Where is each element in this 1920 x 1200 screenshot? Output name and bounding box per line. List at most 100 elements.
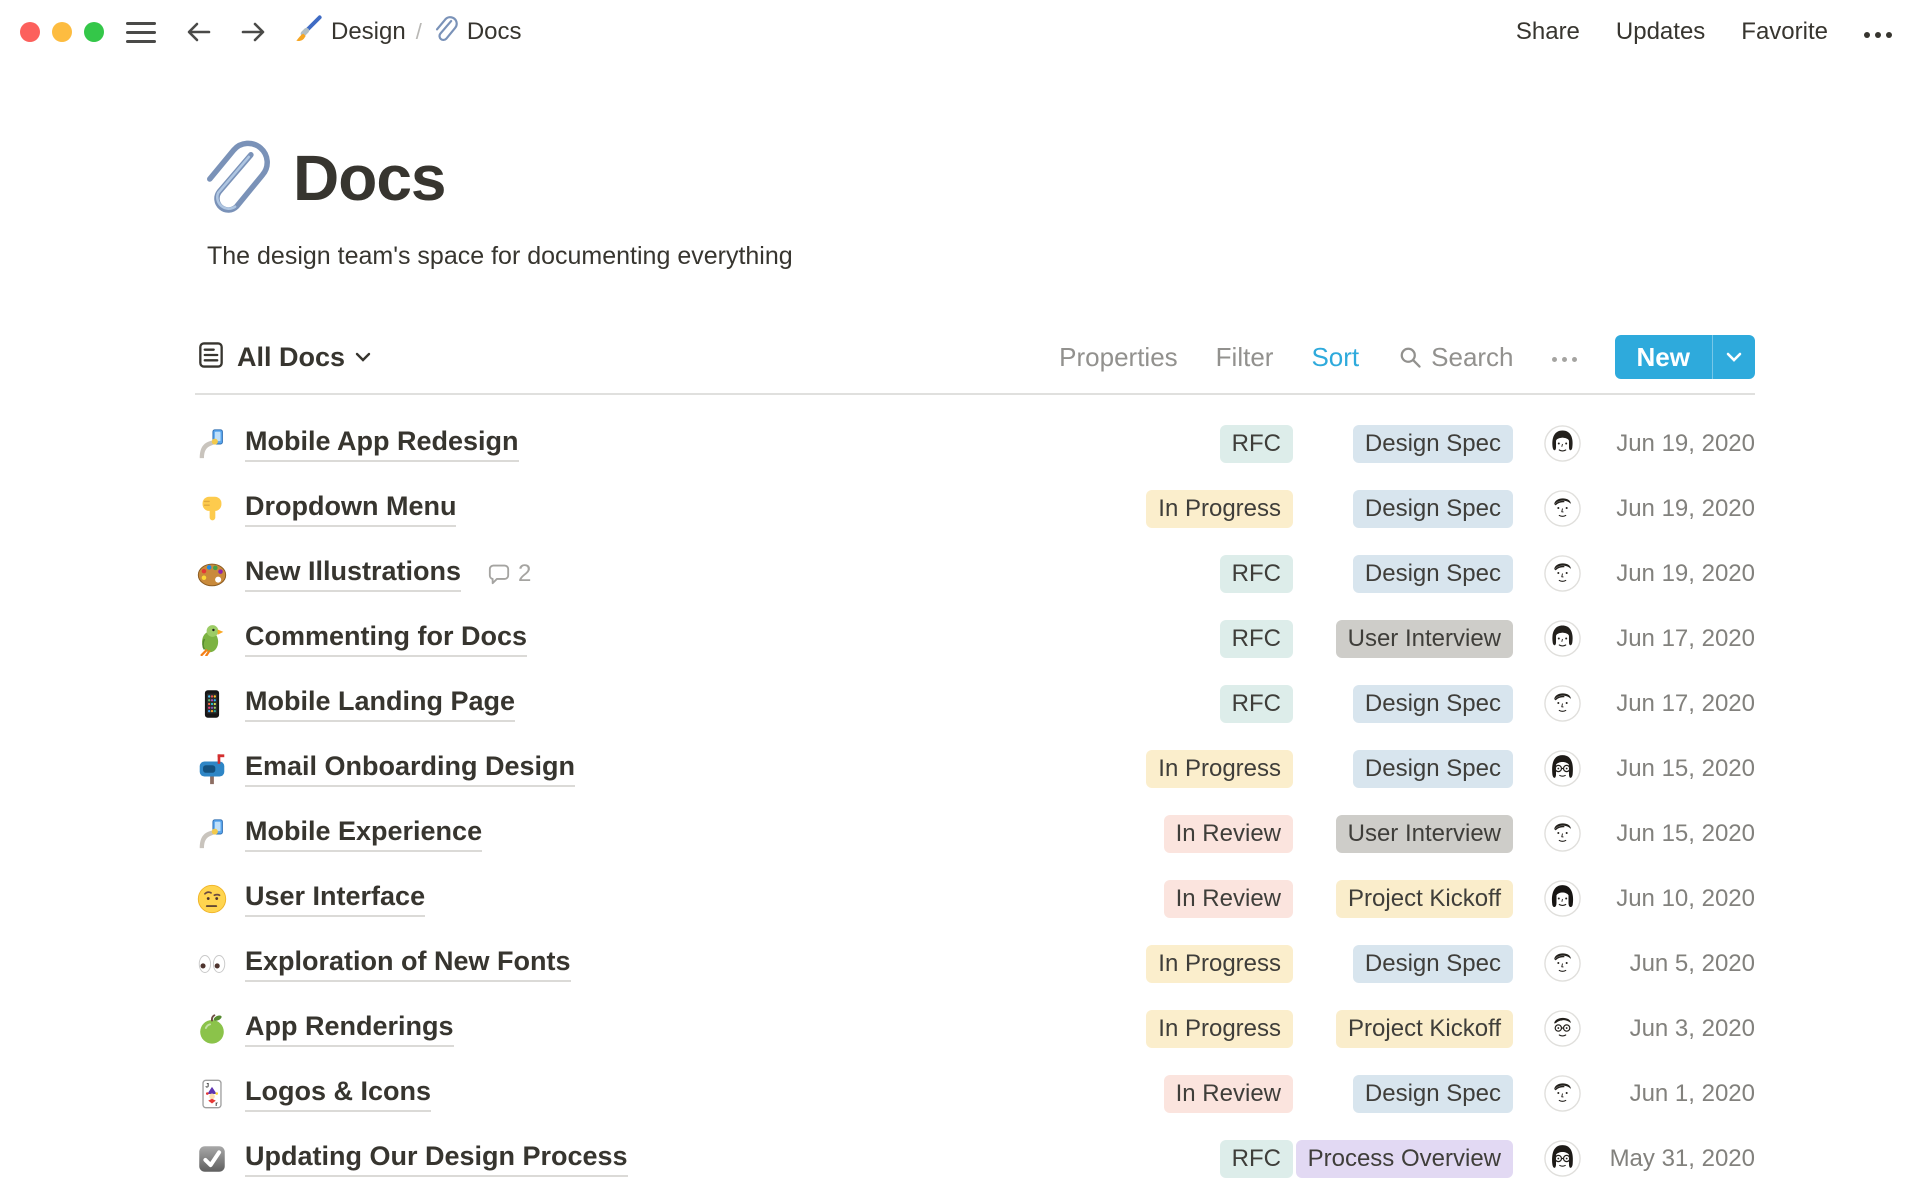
edited-date: Jun 17, 2020 xyxy=(1616,689,1755,717)
share-button[interactable]: Share xyxy=(1516,18,1580,46)
table-row: Mobile Landing Page RFC Design Spec Jun … xyxy=(195,671,1755,736)
doc-title-link[interactable]: Mobile Landing Page xyxy=(245,686,516,722)
avatar[interactable] xyxy=(1543,815,1581,852)
avatar[interactable] xyxy=(1543,490,1581,527)
zoom-window-button[interactable] xyxy=(84,22,104,42)
doc-title-link[interactable]: Dropdown Menu xyxy=(245,491,457,527)
status-badge[interactable]: In Review xyxy=(1163,814,1293,853)
doc-title-link[interactable]: New Illustrations xyxy=(245,556,462,592)
status-badge[interactable]: In Review xyxy=(1163,1074,1293,1113)
selfie-icon xyxy=(195,817,229,851)
doc-title-link[interactable]: Email Onboarding Design xyxy=(245,751,576,787)
doc-title-link[interactable]: Mobile Experience xyxy=(245,816,483,852)
avatar[interactable] xyxy=(1543,425,1581,462)
edited-date: Jun 19, 2020 xyxy=(1616,429,1755,457)
table-row: Mobile Experience In Review User Intervi… xyxy=(195,801,1755,866)
table-row: Exploration of New Fonts In Progress Des… xyxy=(195,931,1755,996)
iphone-icon xyxy=(195,687,229,721)
doc-title-link[interactable]: Mobile App Redesign xyxy=(245,426,519,462)
chevron-down-icon xyxy=(355,352,371,362)
avatar[interactable] xyxy=(1543,555,1581,592)
status-badge[interactable]: RFC xyxy=(1219,684,1293,723)
status-badge[interactable]: RFC xyxy=(1219,619,1293,658)
eyes-icon xyxy=(195,947,229,981)
updates-button[interactable]: Updates xyxy=(1616,18,1705,46)
filter-button[interactable]: Filter xyxy=(1216,342,1274,373)
doc-type-badge[interactable]: Design Spec xyxy=(1352,684,1513,723)
avatar[interactable] xyxy=(1543,1140,1581,1177)
sort-button[interactable]: Sort xyxy=(1311,342,1359,373)
table-body: Mobile App Redesign RFC Design Spec Jun … xyxy=(195,395,1755,1191)
forward-arrow-icon[interactable] xyxy=(238,17,268,47)
avatar[interactable] xyxy=(1543,1010,1581,1047)
breadcrumb-item-design[interactable]: Design xyxy=(294,14,406,50)
breadcrumb-item-docs[interactable]: Docs xyxy=(432,15,522,49)
breadcrumb-label: Docs xyxy=(466,18,522,45)
doc-title-link[interactable]: Logos & Icons xyxy=(245,1076,432,1112)
new-button[interactable]: New xyxy=(1615,335,1712,379)
doc-title-link[interactable]: User Interface xyxy=(245,881,426,917)
doc-type-badge[interactable]: User Interview xyxy=(1335,814,1513,853)
doc-title-link[interactable]: Exploration of New Fonts xyxy=(245,946,571,982)
apple-icon xyxy=(195,1012,229,1046)
doc-type-badge[interactable]: Design Spec xyxy=(1352,424,1513,463)
view-switcher[interactable]: All Docs xyxy=(195,339,371,376)
doc-title-link[interactable]: Updating Our Design Process xyxy=(245,1141,628,1177)
paperclip-icon[interactable] xyxy=(195,140,271,216)
comment-bubble-icon xyxy=(488,564,510,584)
status-badge[interactable]: In Progress xyxy=(1146,749,1293,788)
avatar[interactable] xyxy=(1543,750,1581,787)
search-button[interactable]: Search xyxy=(1397,342,1514,373)
doc-type-badge[interactable]: Project Kickoff xyxy=(1336,879,1513,918)
new-button-group: New xyxy=(1614,335,1755,379)
checkmark-icon xyxy=(195,1142,229,1176)
search-icon xyxy=(1400,347,1421,368)
selfie-icon xyxy=(195,427,229,461)
pointdown-icon xyxy=(195,492,229,526)
edited-date: Jun 17, 2020 xyxy=(1616,624,1755,652)
doc-type-badge[interactable]: Design Spec xyxy=(1352,749,1513,788)
doc-type-badge[interactable]: Design Spec xyxy=(1352,1074,1513,1113)
paintbrush-icon xyxy=(294,14,322,50)
status-badge[interactable]: RFC xyxy=(1219,1139,1293,1178)
doc-type-badge[interactable]: User Interview xyxy=(1335,619,1513,658)
avatar[interactable] xyxy=(1543,1075,1581,1112)
close-window-button[interactable] xyxy=(20,22,40,42)
breadcrumb-label: Design xyxy=(331,18,406,45)
favorite-button[interactable]: Favorite xyxy=(1741,18,1828,46)
view-more-options-icon[interactable] xyxy=(1551,353,1577,362)
edited-date: May 31, 2020 xyxy=(1609,1144,1755,1172)
doc-type-badge[interactable]: Process Overview xyxy=(1295,1139,1513,1178)
svg-text:r: r xyxy=(215,1100,218,1107)
list-view-icon xyxy=(195,339,227,376)
doc-title-link[interactable]: App Renderings xyxy=(245,1011,454,1047)
doc-title-link[interactable]: Commenting for Docs xyxy=(245,621,528,657)
table-row: Updating Our Design Process RFC Process … xyxy=(195,1126,1755,1191)
breadcrumb: Design / Docs xyxy=(294,14,522,50)
doc-type-badge[interactable]: Design Spec xyxy=(1352,554,1513,593)
avatar[interactable] xyxy=(1543,685,1581,722)
eyebrow-icon xyxy=(195,882,229,916)
table-row: Email Onboarding Design In Progress Desi… xyxy=(195,736,1755,801)
sidebar-menu-icon[interactable] xyxy=(126,21,156,43)
avatar[interactable] xyxy=(1543,945,1581,982)
doc-type-badge[interactable]: Project Kickoff xyxy=(1336,1009,1513,1048)
properties-button[interactable]: Properties xyxy=(1059,342,1178,373)
new-dropdown-button[interactable] xyxy=(1712,335,1755,379)
status-badge[interactable]: In Progress xyxy=(1146,944,1293,983)
doc-type-badge[interactable]: Design Spec xyxy=(1352,944,1513,983)
avatar[interactable] xyxy=(1543,620,1581,657)
status-badge[interactable]: In Progress xyxy=(1146,489,1293,528)
comment-count: 2 xyxy=(518,559,532,587)
comment-indicator[interactable]: 2 xyxy=(487,560,531,588)
traffic-lights xyxy=(20,22,104,42)
avatar[interactable] xyxy=(1543,880,1581,917)
minimize-window-button[interactable] xyxy=(52,22,72,42)
doc-type-badge[interactable]: Design Spec xyxy=(1352,489,1513,528)
status-badge[interactable]: RFC xyxy=(1219,424,1293,463)
more-options-icon[interactable] xyxy=(1864,26,1892,38)
status-badge[interactable]: In Progress xyxy=(1146,1009,1293,1048)
back-arrow-icon[interactable] xyxy=(184,17,214,47)
status-badge[interactable]: In Review xyxy=(1163,879,1293,918)
status-badge[interactable]: RFC xyxy=(1219,554,1293,593)
